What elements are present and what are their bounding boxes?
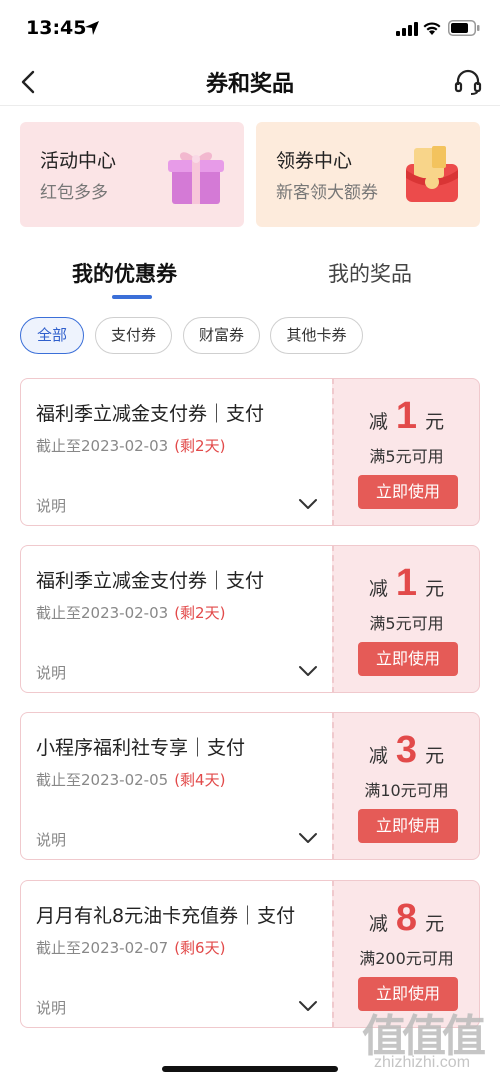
coupon-info: 小程序福利社专享｜支付 截止至2023-02-05 (剩4天) 说明 bbox=[20, 712, 332, 860]
nav-bar: 券和奖品 bbox=[0, 58, 500, 106]
coupon-condition: 满200元可用 bbox=[359, 949, 454, 968]
use-now-button[interactable]: 立即使用 bbox=[358, 475, 458, 509]
amount-unit: 元 bbox=[425, 745, 445, 767]
coupon-title: 小程序福利社专享｜支付 bbox=[36, 737, 246, 759]
deadline-date: 截止至2023-02-05 bbox=[36, 771, 169, 789]
filter-chip-all[interactable]: 全部 bbox=[20, 317, 84, 354]
use-now-button[interactable]: 立即使用 bbox=[358, 809, 458, 843]
signal-icon bbox=[396, 22, 418, 36]
amount-value: 3 bbox=[395, 729, 418, 771]
amount-unit: 元 bbox=[425, 578, 445, 600]
deadline-date: 截止至2023-02-03 bbox=[36, 604, 169, 622]
coupon-info: 月月有礼8元油卡充值券｜支付 截止至2023-02-07 (剩6天) 说明 bbox=[20, 880, 332, 1028]
coupon-amount: 减8元 bbox=[334, 897, 479, 940]
filter-chip-other-cards[interactable]: 其他卡券 bbox=[270, 317, 363, 354]
entry-title: 领券中心 bbox=[276, 150, 353, 172]
coupon-info: 福利季立减金支付券｜支付 截止至2023-02-03 (剩2天) 说明 bbox=[20, 378, 332, 526]
entry-title: 活动中心 bbox=[40, 150, 117, 172]
filter-chip-wealth[interactable]: 财富券 bbox=[183, 317, 260, 354]
chevron-down-icon[interactable] bbox=[298, 664, 318, 678]
deadline-date: 截止至2023-02-07 bbox=[36, 939, 169, 957]
amount-unit: 元 bbox=[425, 913, 445, 935]
coupon-card: 福利季立减金支付券｜支付 截止至2023-02-03 (剩2天) 说明 减1元 满… bbox=[20, 545, 480, 693]
coupon-title: 福利季立减金支付券｜支付 bbox=[36, 570, 265, 592]
location-arrow-icon bbox=[85, 21, 99, 35]
coupon-amount: 减3元 bbox=[334, 729, 479, 772]
days-remaining: (剩6天) bbox=[174, 939, 226, 957]
amount-prefix: 减 bbox=[368, 745, 388, 767]
amount-value: 1 bbox=[395, 562, 418, 604]
coupon-description-label[interactable]: 说明 bbox=[36, 662, 66, 683]
coupon-value-panel: 减3元 满10元可用 立即使用 bbox=[332, 712, 480, 860]
coupon-description-label[interactable]: 说明 bbox=[36, 495, 66, 516]
tab-my-prizes[interactable]: 我的奖品 bbox=[328, 258, 412, 288]
coupon-info: 福利季立减金支付券｜支付 截止至2023-02-03 (剩2天) 说明 bbox=[20, 545, 332, 693]
wifi-icon bbox=[423, 22, 441, 35]
coupon-condition: 满5元可用 bbox=[369, 447, 444, 466]
battery-icon bbox=[448, 20, 480, 36]
watermark: 值值值 zhizhizhi.com bbox=[352, 1000, 492, 1078]
coupon-value-panel: 减1元 满5元可用 立即使用 bbox=[332, 378, 480, 526]
page-title: 券和奖品 bbox=[205, 72, 294, 97]
coupon-value-panel: 减1元 满5元可用 立即使用 bbox=[332, 545, 480, 693]
coupon-amount: 减1元 bbox=[334, 562, 479, 605]
status-bar: 13:45 bbox=[0, 0, 500, 58]
entry-subtitle: 红包多多 bbox=[40, 183, 108, 203]
days-remaining: (剩4天) bbox=[174, 771, 226, 789]
amount-value: 1 bbox=[395, 395, 418, 437]
coupon-description-label[interactable]: 说明 bbox=[36, 997, 66, 1018]
coupon-title: 月月有礼8元油卡充值券｜支付 bbox=[36, 905, 296, 927]
amount-prefix: 减 bbox=[368, 913, 388, 935]
tab-my-coupons[interactable]: 我的优惠券 bbox=[72, 258, 177, 288]
red-envelope-icon bbox=[406, 146, 458, 202]
coupon-deadline: 截止至2023-02-03 (剩2天) bbox=[36, 435, 225, 456]
amount-prefix: 减 bbox=[368, 411, 388, 433]
filter-chip-payment[interactable]: 支付券 bbox=[95, 317, 172, 354]
gift-box-icon bbox=[168, 152, 224, 204]
coupon-deadline: 截止至2023-02-05 (剩4天) bbox=[36, 769, 225, 790]
coupon-center-card[interactable]: 领券中心 新客领大额券 bbox=[256, 122, 480, 227]
active-tab-indicator bbox=[112, 295, 152, 299]
amount-unit: 元 bbox=[425, 411, 445, 433]
coupon-card: 小程序福利社专享｜支付 截止至2023-02-05 (剩4天) 说明 减3元 满1… bbox=[20, 712, 480, 860]
amount-value: 8 bbox=[395, 897, 418, 939]
coupon-deadline: 截止至2023-02-03 (剩2天) bbox=[36, 602, 225, 623]
chevron-down-icon[interactable] bbox=[298, 999, 318, 1013]
coupon-deadline: 截止至2023-02-07 (剩6天) bbox=[36, 937, 225, 958]
watermark-domain: zhizhizhi.com bbox=[373, 1054, 471, 1071]
days-remaining: (剩2天) bbox=[174, 604, 226, 622]
coupon-condition: 满5元可用 bbox=[369, 614, 444, 633]
coupon-description-label[interactable]: 说明 bbox=[36, 829, 66, 850]
use-now-button[interactable]: 立即使用 bbox=[358, 642, 458, 676]
coupon-condition: 满10元可用 bbox=[364, 781, 449, 800]
home-indicator[interactable] bbox=[162, 1066, 338, 1072]
coupon-card: 福利季立减金支付券｜支付 截止至2023-02-03 (剩2天) 说明 减1元 满… bbox=[20, 378, 480, 526]
chevron-down-icon[interactable] bbox=[298, 831, 318, 845]
deadline-date: 截止至2023-02-03 bbox=[36, 437, 169, 455]
coupon-title: 福利季立减金支付券｜支付 bbox=[36, 403, 265, 425]
amount-prefix: 减 bbox=[368, 578, 388, 600]
headset-icon bbox=[454, 69, 482, 95]
chevron-down-icon[interactable] bbox=[298, 497, 318, 511]
entry-subtitle: 新客领大额券 bbox=[276, 183, 378, 203]
coupon-amount: 减1元 bbox=[334, 395, 479, 438]
customer-service-button[interactable] bbox=[452, 66, 484, 98]
content-area: 活动中心 红包多多 领券中心 新客领大额券 我的优惠券 我的奖品 全部 支付券 … bbox=[0, 106, 500, 1082]
status-time: 13:45 bbox=[26, 17, 87, 39]
days-remaining: (剩2天) bbox=[174, 437, 226, 455]
activity-center-card[interactable]: 活动中心 红包多多 bbox=[20, 122, 244, 227]
